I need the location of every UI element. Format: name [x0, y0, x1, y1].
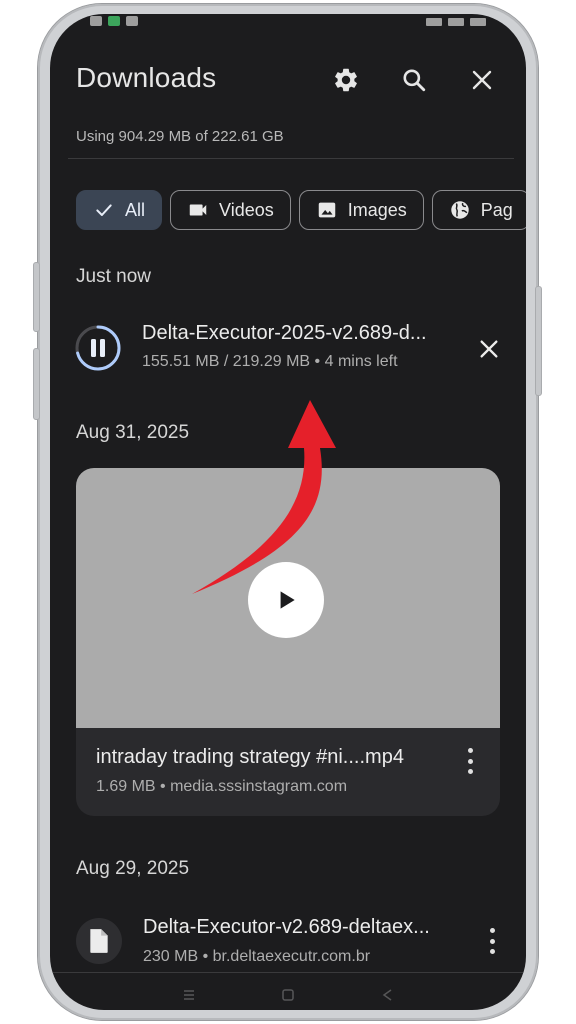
- status-icon: [90, 16, 102, 26]
- play-button[interactable]: [248, 562, 324, 638]
- pause-icon: [75, 325, 121, 371]
- chip-label: Pag: [480, 199, 513, 220]
- more-vert-icon: [467, 748, 473, 753]
- close-icon: [472, 70, 492, 90]
- active-download-item[interactable]: Delta-Executor-2025-v2.689-d... 155.51 M…: [74, 320, 506, 380]
- download-progress-text: 155.51 MB / 219.29 MB • 4 mins left: [142, 353, 398, 370]
- chip-label: Images: [347, 199, 407, 220]
- signal-icon: [448, 18, 464, 26]
- play-icon: [280, 591, 295, 609]
- video-file-meta: 1.69 MB • media.sssinstagram.com: [96, 778, 348, 795]
- chip-pages[interactable]: Pag: [431, 190, 526, 230]
- document-icon: [90, 929, 108, 953]
- page-title: Downloads: [76, 62, 217, 93]
- filter-chips: All Videos Images Pag: [76, 190, 526, 230]
- video-file-name: intraday trading strategy #ni....mp4: [96, 746, 404, 768]
- battery-icon: [470, 18, 486, 26]
- chip-label: Videos: [219, 199, 274, 220]
- back-icon[interactable]: [380, 988, 394, 1002]
- header-divider: [68, 158, 514, 159]
- storage-usage: Using 904.29 MB of 222.61 GB: [76, 128, 284, 145]
- cancel-download-button[interactable]: [476, 336, 502, 362]
- globe-icon: [449, 199, 471, 221]
- search-button[interactable]: [400, 66, 428, 94]
- section-header-aug-31: Aug 31, 2025: [76, 422, 190, 443]
- more-vert-icon: [489, 928, 495, 933]
- settings-button[interactable]: [332, 66, 360, 94]
- file-icon-container: [76, 918, 122, 964]
- notification-icon: [108, 16, 120, 26]
- file-download-item[interactable]: Delta-Executor-v2.689-deltaex... 230 MB …: [76, 916, 506, 976]
- video-download-card[interactable]: intraday trading strategy #ni....mp4 1.6…: [76, 468, 500, 816]
- video-thumbnail[interactable]: [76, 468, 500, 728]
- chip-videos[interactable]: Videos: [170, 190, 291, 230]
- toolbar-actions: [332, 66, 496, 94]
- gear-icon: [335, 68, 357, 92]
- system-nav-bar: [50, 988, 526, 1008]
- close-icon: [480, 340, 498, 358]
- recents-icon[interactable]: [182, 988, 196, 1002]
- file-name: Delta-Executor-v2.689-deltaex...: [143, 916, 430, 938]
- nav-divider: [50, 972, 526, 973]
- video-camera-icon: [187, 199, 209, 221]
- more-options-button[interactable]: [482, 928, 502, 954]
- image-icon: [316, 199, 338, 221]
- volume-down-button: [33, 348, 40, 420]
- power-button: [535, 286, 542, 396]
- home-icon[interactable]: [281, 988, 295, 1002]
- download-status-icon: [126, 16, 138, 26]
- chip-label: All: [125, 199, 146, 220]
- more-options-button[interactable]: [460, 748, 480, 774]
- file-meta: 230 MB • br.deltaexecutr.com.br: [143, 948, 371, 965]
- section-header-just-now: Just now: [76, 266, 151, 287]
- volume-up-button: [33, 262, 40, 332]
- chip-images[interactable]: Images: [298, 190, 424, 230]
- download-file-name: Delta-Executor-2025-v2.689-d...: [142, 322, 427, 344]
- search-icon: [403, 69, 426, 92]
- wifi-icon: [426, 18, 442, 26]
- chip-all[interactable]: All: [76, 190, 163, 230]
- pause-download-button[interactable]: [74, 324, 122, 372]
- section-header-aug-29: Aug 29, 2025: [76, 858, 190, 879]
- check-icon: [93, 199, 115, 221]
- downloads-screen: Downloads Using 904.29 MB of 222.61 GB A…: [50, 14, 526, 1010]
- status-bar: [50, 14, 526, 38]
- close-button[interactable]: [468, 66, 496, 94]
